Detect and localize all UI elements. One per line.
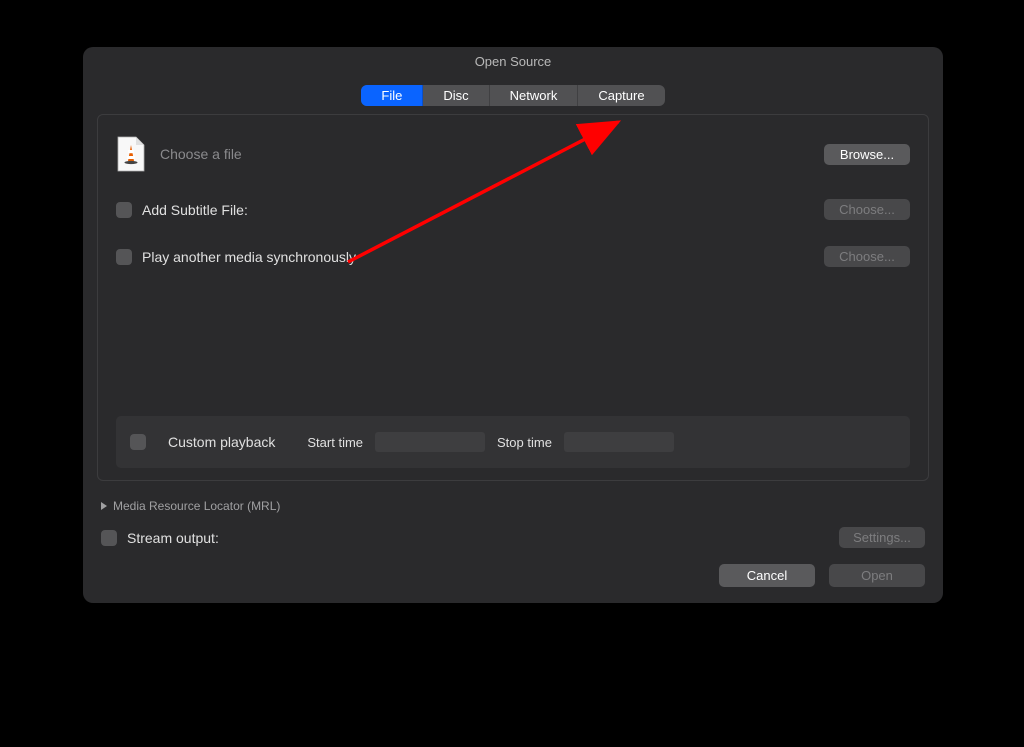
stop-time-input[interactable] [564,432,674,452]
subtitle-label: Add Subtitle File: [142,202,824,218]
sync-checkbox[interactable] [116,249,132,265]
start-time-input[interactable] [375,432,485,452]
sync-row: Play another media synchronously Choose.… [116,246,910,267]
custom-playback-checkbox[interactable] [130,434,146,450]
browse-button[interactable]: Browse... [824,144,910,165]
custom-playback-label: Custom playback [168,434,275,450]
start-time-label: Start time [307,435,363,450]
stream-settings-button[interactable]: Settings... [839,527,925,548]
subtitle-row: Add Subtitle File: Choose... [116,199,910,220]
mrl-label: Media Resource Locator (MRL) [113,499,280,513]
tab-network[interactable]: Network [490,85,579,106]
subtitle-checkbox[interactable] [116,202,132,218]
choose-file-row: Choose a file Browse... [116,135,910,173]
source-tabs: File Disc Network Capture [361,85,664,106]
mrl-disclosure[interactable]: Media Resource Locator (MRL) [101,491,925,527]
subtitle-choose-button[interactable]: Choose... [824,199,910,220]
open-button[interactable]: Open [829,564,925,587]
stream-output-checkbox[interactable] [101,530,117,546]
tab-disc[interactable]: Disc [423,85,489,106]
choose-file-label: Choose a file [160,146,824,162]
dialog-buttons: Cancel Open [83,564,943,603]
window-titlebar: Open Source [83,47,943,75]
tab-capture[interactable]: Capture [578,85,664,106]
disclosure-triangle-icon [101,502,107,510]
sync-choose-button[interactable]: Choose... [824,246,910,267]
stream-output-row: Stream output: Settings... [101,527,925,548]
vlc-file-icon [116,135,146,173]
tab-file[interactable]: File [361,85,423,106]
custom-playback-panel: Custom playback Start time Stop time [116,416,910,468]
stream-output-label: Stream output: [127,530,839,546]
stop-time-label: Stop time [497,435,552,450]
cancel-button[interactable]: Cancel [719,564,815,587]
lower-section: Media Resource Locator (MRL) Stream outp… [83,481,943,564]
sync-label: Play another media synchronously [142,249,824,265]
window-title: Open Source [475,54,552,69]
open-source-dialog: Open Source File Disc Network Capture Ch… [83,47,943,603]
tab-bar: File Disc Network Capture [83,85,943,106]
file-panel: Choose a file Browse... Add Subtitle Fil… [97,114,929,481]
